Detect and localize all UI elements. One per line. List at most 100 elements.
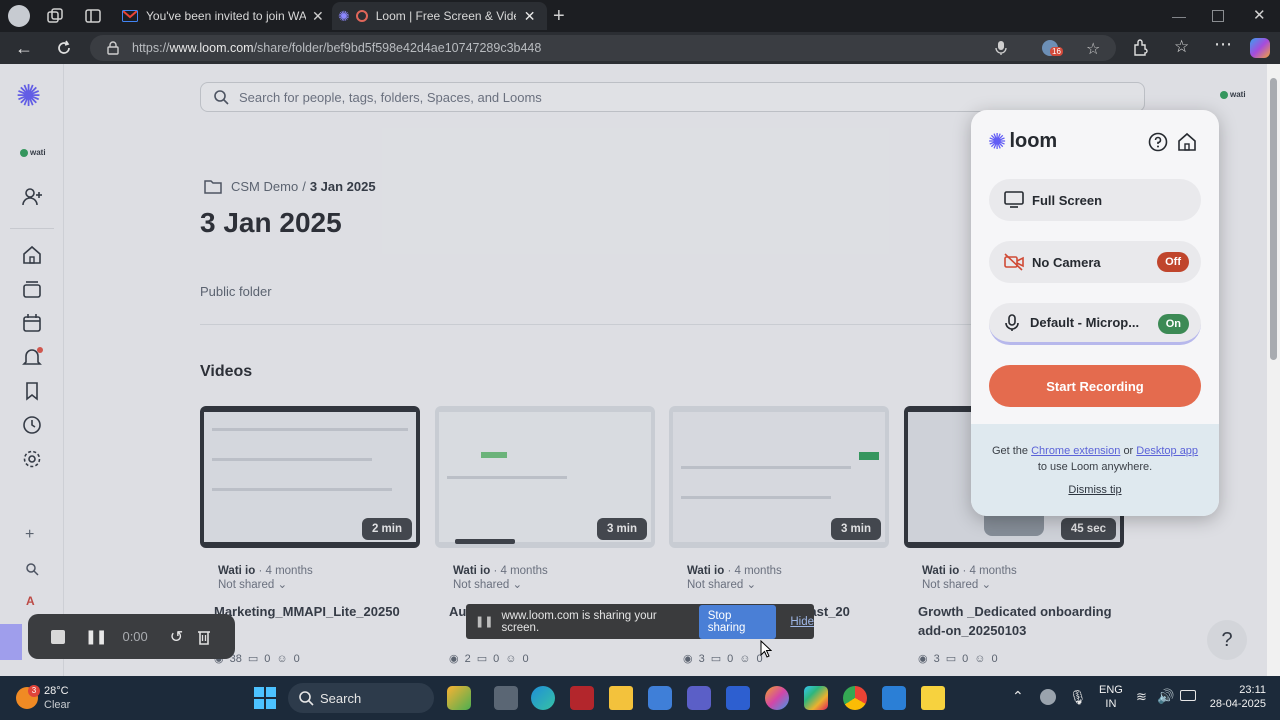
address-bar: ← https://www.loom.com/share/folder/bef9… bbox=[0, 32, 1280, 64]
library-icon[interactable] bbox=[21, 278, 43, 300]
hide-sharing-bar-button[interactable]: Hide bbox=[790, 616, 814, 628]
chrome-extension-link[interactable]: Chrome extension bbox=[1031, 445, 1120, 457]
new-tab-button[interactable]: + bbox=[553, 5, 565, 28]
settings-gear-icon[interactable] bbox=[21, 448, 43, 470]
video-thumbnail[interactable]: 3 min bbox=[669, 406, 889, 548]
restart-icon[interactable]: ↺ bbox=[170, 627, 183, 647]
microphone-tray-icon[interactable]: 🎙 bbox=[1069, 689, 1087, 706]
more-menu-icon[interactable]: ⋯ bbox=[1214, 34, 1233, 55]
dismiss-tip-link[interactable]: Dismiss tip bbox=[1068, 484, 1121, 496]
onedrive-icon[interactable] bbox=[1040, 689, 1056, 705]
sticky-notes-icon[interactable] bbox=[921, 686, 945, 710]
refresh-icon[interactable] bbox=[55, 39, 73, 57]
account-avatar[interactable]: A bbox=[26, 594, 35, 608]
microphone-state-pill[interactable]: On bbox=[1157, 314, 1189, 334]
weather-widget[interactable]: 28°C Clear bbox=[44, 684, 70, 712]
teams-icon[interactable] bbox=[687, 686, 711, 710]
loom-logo-icon[interactable]: ✺ bbox=[16, 82, 41, 112]
add-icon[interactable]: + bbox=[25, 526, 34, 544]
microphone-option[interactable]: Default - Microp... On bbox=[989, 303, 1201, 345]
taskbar-search[interactable]: Search bbox=[288, 683, 434, 713]
task-view-icon[interactable] bbox=[494, 686, 518, 710]
calendar-icon[interactable] bbox=[21, 312, 43, 334]
close-window-button[interactable]: ✕ bbox=[1253, 6, 1266, 24]
sidebar-search-icon[interactable] bbox=[25, 562, 39, 576]
comments-icon: ▭ bbox=[945, 653, 957, 665]
favorite-star-icon[interactable]: ☆ bbox=[1086, 39, 1100, 59]
battery-icon[interactable] bbox=[1180, 690, 1196, 701]
screen-option[interactable]: Full Screen bbox=[989, 179, 1201, 221]
copilot-icon[interactable] bbox=[1250, 38, 1270, 58]
tab-gmail[interactable]: You've been invited to join WATI S ✕ bbox=[112, 2, 330, 30]
drag-handle-icon[interactable]: ❚❚ bbox=[475, 615, 493, 628]
volume-icon[interactable]: 🔊 bbox=[1157, 688, 1174, 705]
home-icon[interactable] bbox=[21, 244, 43, 266]
video-thumbnail[interactable]: 3 min bbox=[435, 406, 655, 548]
microphone-icon[interactable] bbox=[994, 40, 1008, 56]
pause-icon[interactable]: ❚❚ bbox=[85, 628, 107, 645]
slack-icon[interactable] bbox=[804, 686, 828, 710]
notifications-bell-icon[interactable] bbox=[21, 346, 43, 368]
stop-recording-icon[interactable] bbox=[51, 629, 65, 644]
copilot-icon[interactable] bbox=[765, 686, 789, 710]
windows-start-icon[interactable] bbox=[253, 686, 277, 710]
share-status[interactable]: Not shared bbox=[453, 579, 509, 591]
system-clock[interactable]: 23:11 28-04-2025 bbox=[1200, 683, 1266, 711]
tab-actions-icon[interactable] bbox=[84, 7, 102, 25]
show-hidden-icons-chevron[interactable]: ⌃ bbox=[1012, 688, 1024, 705]
extensions-badge-icon[interactable]: 16 bbox=[1042, 39, 1063, 57]
search-icon bbox=[213, 89, 229, 105]
page-scrollbar[interactable] bbox=[1267, 64, 1280, 676]
maximize-button[interactable] bbox=[1212, 10, 1224, 22]
video-title[interactable]: Growth _Dedicated onboarding add-on_2025… bbox=[918, 602, 1118, 640]
breadcrumb-parent[interactable]: CSM Demo bbox=[231, 179, 298, 194]
back-icon[interactable]: ← bbox=[15, 38, 33, 59]
tab-loom[interactable]: ✺ Loom | Free Screen & Video ✕ bbox=[332, 2, 547, 30]
invite-user-icon[interactable] bbox=[21, 186, 43, 208]
share-status[interactable]: Not shared bbox=[922, 579, 978, 591]
chrome-icon[interactable] bbox=[843, 686, 867, 710]
help-icon[interactable] bbox=[1148, 132, 1168, 152]
mcafee-icon[interactable] bbox=[570, 686, 594, 710]
workspaces-icon[interactable] bbox=[46, 7, 64, 25]
share-status[interactable]: Not shared bbox=[687, 579, 743, 591]
desktop-app-link[interactable]: Desktop app bbox=[1136, 445, 1198, 457]
url-field[interactable]: https://www.loom.com/share/folder/bef9bd… bbox=[90, 35, 1116, 61]
tab-title: Loom | Free Screen & Video bbox=[375, 9, 516, 23]
close-icon[interactable]: ✕ bbox=[312, 8, 324, 25]
recording-timer: 0:00 bbox=[122, 629, 148, 644]
start-recording-button[interactable]: Start Recording bbox=[989, 365, 1201, 407]
left-sidebar: ✺ wati + A bbox=[0, 64, 64, 676]
camera-state-pill[interactable]: Off bbox=[1157, 252, 1189, 272]
extensions-icon[interactable] bbox=[1131, 39, 1149, 57]
stop-sharing-button[interactable]: Stop sharing bbox=[698, 604, 777, 639]
profile-avatar[interactable] bbox=[8, 5, 30, 27]
search-bar[interactable]: Search for people, tags, folders, Spaces… bbox=[200, 82, 1145, 112]
share-status[interactable]: Not shared bbox=[218, 579, 274, 591]
favorites-icon[interactable]: ☆ bbox=[1174, 37, 1189, 57]
history-clock-icon[interactable] bbox=[21, 414, 43, 436]
input-language[interactable]: ENG IN bbox=[1099, 683, 1123, 711]
close-icon[interactable]: ✕ bbox=[524, 8, 536, 25]
bookmark-icon[interactable] bbox=[21, 380, 43, 402]
edge-browser-icon[interactable] bbox=[531, 686, 555, 710]
scrollbar-thumb[interactable] bbox=[1270, 78, 1277, 360]
clock-time: 23:11 bbox=[1239, 684, 1266, 696]
widgets-app-icon[interactable] bbox=[447, 686, 471, 710]
weather-icon[interactable]: 3 bbox=[14, 685, 40, 711]
help-button[interactable]: ? bbox=[1207, 620, 1247, 660]
file-explorer-icon[interactable] bbox=[609, 686, 633, 710]
loom-edge-tab[interactable] bbox=[0, 624, 22, 660]
video-title[interactable]: Marketing_MMAPI_Lite_20250 bbox=[214, 602, 414, 621]
workspace-switcher[interactable]: wati bbox=[20, 148, 46, 157]
delete-trash-icon[interactable] bbox=[197, 629, 211, 645]
home-icon[interactable] bbox=[1177, 132, 1197, 152]
wifi-icon[interactable]: ≋ bbox=[1136, 689, 1147, 705]
drawing-app-icon[interactable] bbox=[726, 686, 750, 710]
video-thumbnail[interactable]: 2 min bbox=[200, 406, 420, 548]
minimize-button[interactable]: — bbox=[1172, 8, 1186, 24]
workspace-logo[interactable]: wati bbox=[1220, 90, 1246, 99]
camera-option[interactable]: No Camera Off bbox=[989, 241, 1201, 283]
microsoft-store-icon[interactable] bbox=[648, 686, 672, 710]
remote-desktop-icon[interactable] bbox=[882, 686, 906, 710]
